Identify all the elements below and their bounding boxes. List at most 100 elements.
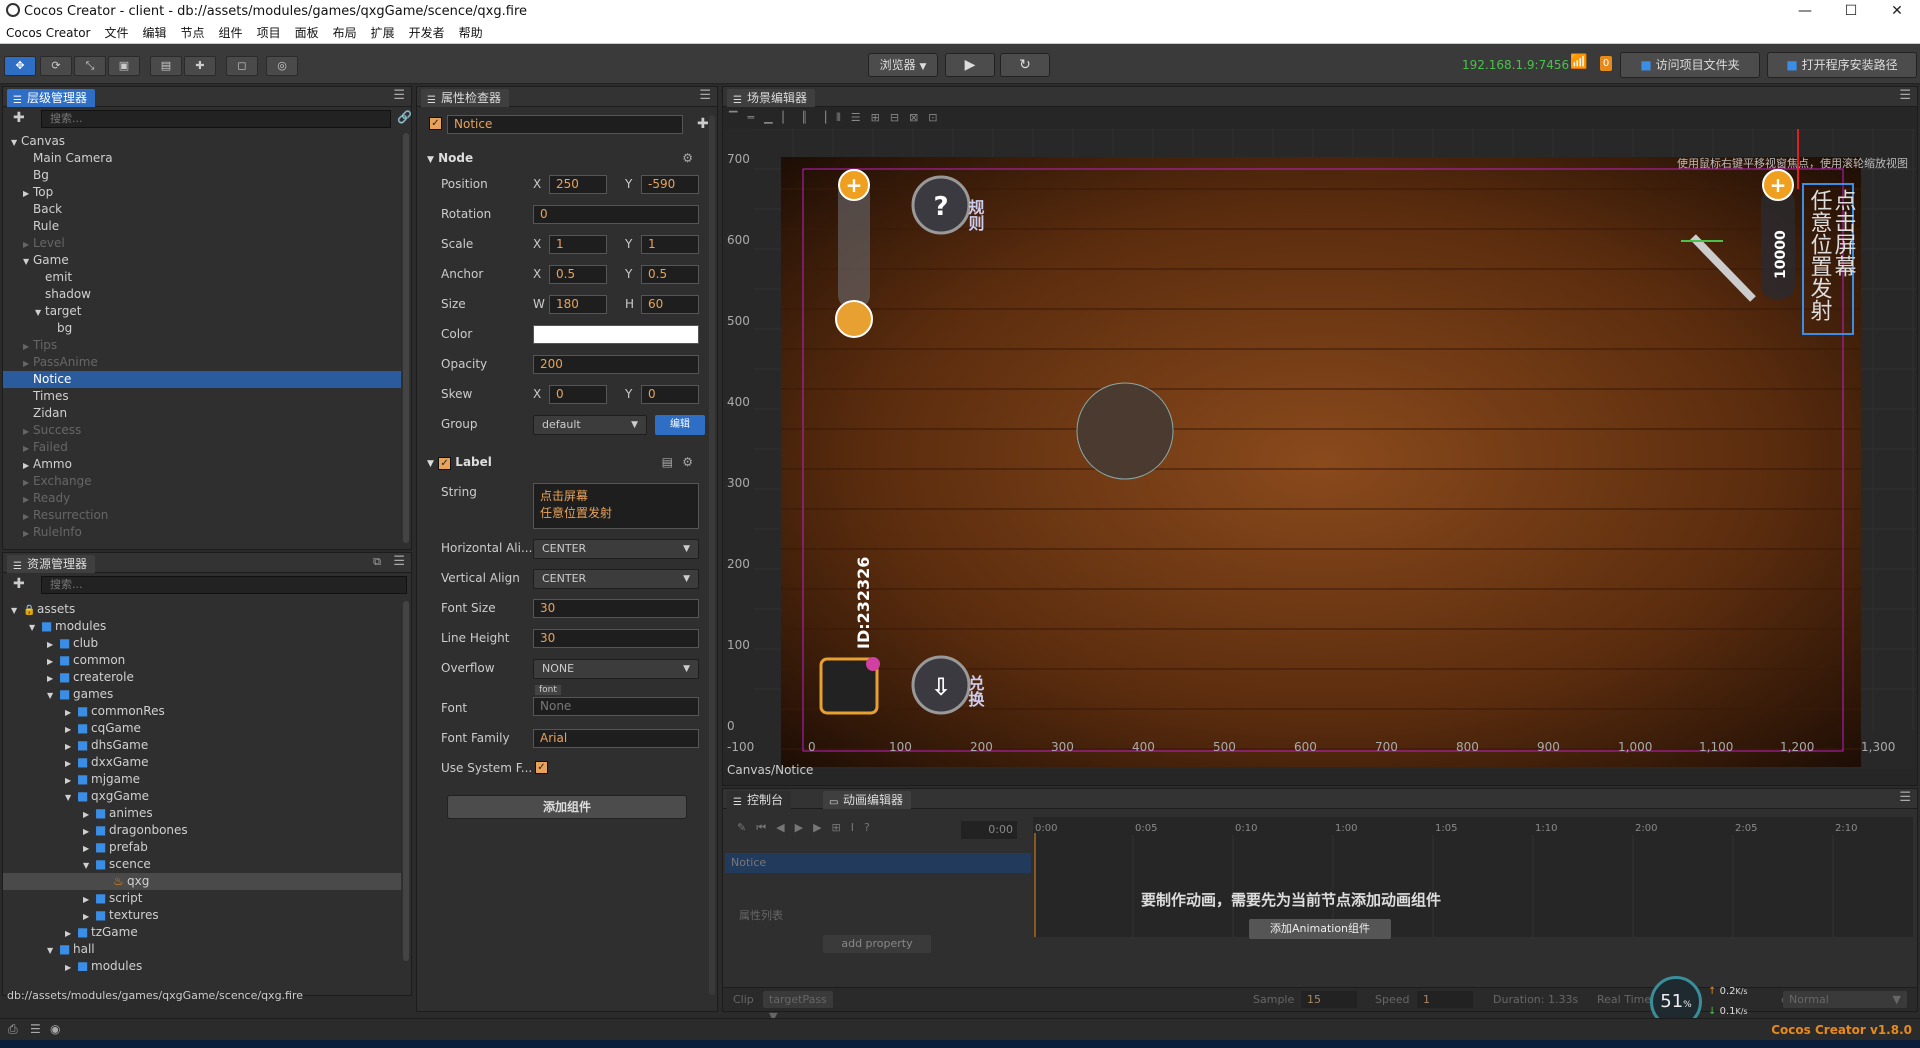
expand-arrow-icon[interactable]: ▼ xyxy=(11,134,21,151)
label-section[interactable]: ▼ ✓ Label ▤ ⚙ xyxy=(427,455,693,475)
scale-tool-icon[interactable]: ⤡ xyxy=(74,56,106,76)
position-y-input[interactable]: -590 xyxy=(641,175,699,194)
eye-icon[interactable]: ◉ xyxy=(50,1022,60,1036)
collapse-arrow-icon[interactable]: ▶ xyxy=(23,355,33,372)
tree-arrow-icon[interactable]: ▶ xyxy=(83,891,95,908)
asset-item[interactable]: ▼ ■ qxgGame xyxy=(3,788,401,805)
inspector-tab[interactable]: ☰ 属性检查器 xyxy=(421,89,510,107)
notification-badge[interactable]: 0 xyxy=(1600,56,1612,71)
width-input[interactable]: 180 xyxy=(549,295,607,314)
font-asset-field[interactable]: None xyxy=(533,697,699,716)
hierarchy-node[interactable]: ▶ Ammo xyxy=(3,456,401,473)
collapse-arrow-icon[interactable]: ▶ xyxy=(23,491,33,508)
hierarchy-node[interactable]: Main Camera xyxy=(3,150,401,167)
panel-menu-icon[interactable]: ☰ xyxy=(393,88,405,103)
move-tool-icon[interactable]: ✥ xyxy=(4,56,36,76)
jump-first-icon[interactable]: ⏮ xyxy=(756,821,776,834)
panel-menu-icon[interactable]: ☰ xyxy=(1899,88,1911,103)
hierarchy-scrollbar[interactable] xyxy=(403,133,409,543)
height-input[interactable]: 60 xyxy=(641,295,699,314)
prev-frame-icon[interactable]: ◀ xyxy=(776,821,794,834)
halign-select[interactable]: CENTER xyxy=(533,539,699,559)
add-asset-icon[interactable]: ✚ xyxy=(13,576,25,592)
snap-icon[interactable]: ◎ xyxy=(266,56,298,76)
refresh-button[interactable]: ↻ xyxy=(1000,53,1050,77)
scene-viewport[interactable]: 700 600 500 400 300 200 100 0 -100 0 100 200 300 400 5… xyxy=(723,129,1917,769)
distribute-d-icon[interactable]: ⊡ xyxy=(928,111,947,124)
log-icon[interactable]: ⎙ xyxy=(8,1022,18,1037)
hierarchy-node[interactable]: Times xyxy=(3,388,401,405)
tree-arrow-icon[interactable]: ▶ xyxy=(47,636,59,653)
help-icon[interactable]: ? xyxy=(864,821,880,834)
tree-arrow-icon[interactable]: ▶ xyxy=(83,840,95,857)
play-button[interactable]: ▶ xyxy=(945,53,995,77)
group-edit-button[interactable]: 编辑 xyxy=(655,415,705,435)
opacity-input[interactable]: 200 xyxy=(533,355,699,374)
node-name-input[interactable]: Notice xyxy=(447,115,683,134)
current-time[interactable]: 0:00 xyxy=(961,821,1017,839)
assets-tab[interactable]: ☰ 资源管理器 xyxy=(7,555,96,573)
hierarchy-node[interactable]: ▶ Resurrection xyxy=(3,507,401,524)
distribute-b-icon[interactable]: ⊟ xyxy=(890,111,909,124)
collapse-icon[interactable]: ⧉ xyxy=(373,555,381,569)
tree-arrow-icon[interactable]: ▶ xyxy=(65,755,77,772)
menu-help[interactable]: 帮助 xyxy=(453,24,491,41)
tree-arrow-icon[interactable]: ▶ xyxy=(83,908,95,925)
timeline-ruler[interactable]: 0:00 0:05 0:10 1:00 1:05 1:10 2:00 2:05 2:10 xyxy=(1033,817,1913,937)
node-active-checkbox[interactable]: ✓ xyxy=(429,117,442,130)
align-left-icon[interactable]: ▏ xyxy=(783,111,801,124)
link-icon[interactable]: 🔗 xyxy=(397,110,412,124)
position-x-input[interactable]: 250 xyxy=(549,175,607,194)
open-install-path-button[interactable]: ■ 打开程序安装路径 xyxy=(1767,52,1917,78)
tree-arrow-icon[interactable]: ▼ xyxy=(29,619,41,636)
hierarchy-tab[interactable]: ☰ 层级管理器 xyxy=(7,89,96,107)
collapse-arrow-icon[interactable]: ▶ xyxy=(23,525,33,542)
distribute-c-icon[interactable]: ⊠ xyxy=(909,111,928,124)
tree-arrow-icon[interactable]: ▶ xyxy=(65,721,77,738)
group-select[interactable]: default xyxy=(533,415,647,435)
hierarchy-node[interactable]: ▼ target xyxy=(3,303,401,320)
asset-item[interactable]: ▶ ■ dhsGame xyxy=(3,737,401,754)
hierarchy-node[interactable]: Rule xyxy=(3,218,401,235)
asset-item[interactable]: ▶ ■ common xyxy=(3,652,401,669)
wrap-mode-select[interactable]: Normal ▼ xyxy=(1783,991,1907,1008)
fontfamily-input[interactable]: Arial xyxy=(533,729,699,748)
asset-item[interactable]: ▶ ■ mjgame xyxy=(3,771,401,788)
db-icon[interactable]: ☰ xyxy=(30,1022,41,1036)
clip-select[interactable]: targetPass ▼ xyxy=(763,991,833,1023)
asset-item[interactable]: ▼ ■ modules xyxy=(3,618,401,635)
hierarchy-node[interactable]: ▼ Canvas xyxy=(3,133,401,150)
collapse-arrow-icon[interactable]: ▶ xyxy=(23,440,33,457)
overflow-select[interactable]: NONE xyxy=(533,659,699,679)
panel-menu-icon[interactable]: ☰ xyxy=(699,88,711,103)
tree-arrow-icon[interactable]: ▼ xyxy=(83,857,95,874)
expand-arrow-icon[interactable]: ▼ xyxy=(23,253,33,270)
gear-icon[interactable]: ⚙ xyxy=(682,151,693,165)
collapse-arrow-icon[interactable]: ▶ xyxy=(23,236,33,253)
menu-file[interactable]: 文件 xyxy=(99,24,137,41)
menu-app[interactable]: Cocos Creator xyxy=(0,26,99,40)
hierarchy-node[interactable]: Back xyxy=(3,201,401,218)
console-tab[interactable]: ☰ 控制台 xyxy=(727,791,792,809)
anchor-x-input[interactable]: 0.5 xyxy=(549,265,607,284)
hierarchy-node[interactable]: ▶ Top xyxy=(3,184,401,201)
record-icon[interactable]: ✎ xyxy=(737,821,756,834)
asset-item[interactable]: ▶ ■ tzGame xyxy=(3,924,401,941)
tree-arrow-icon[interactable]: ▶ xyxy=(65,925,77,942)
hierarchy-node[interactable]: emit xyxy=(3,269,401,286)
play-icon[interactable]: ▶ xyxy=(795,821,813,834)
hierarchy-node[interactable]: Zidan xyxy=(3,405,401,422)
anchor-y-input[interactable]: 0.5 xyxy=(641,265,699,284)
tree-arrow-icon[interactable]: ▶ xyxy=(65,959,77,971)
tree-arrow-icon[interactable]: ▶ xyxy=(83,806,95,823)
tree-arrow-icon[interactable]: ▶ xyxy=(47,653,59,670)
asset-item[interactable]: ▼ 🔒 assets xyxy=(3,601,401,618)
asset-item[interactable]: ▶ ■ textures xyxy=(3,907,401,924)
label-enabled-checkbox[interactable]: ✓ xyxy=(438,457,452,470)
asset-item[interactable]: ▶ ■ club xyxy=(3,635,401,652)
gear-icon[interactable]: ⚙ xyxy=(682,455,693,469)
lineheight-input[interactable]: 30 xyxy=(533,629,699,648)
scale-y-input[interactable]: 1 xyxy=(641,235,699,254)
scale-x-input[interactable]: 1 xyxy=(549,235,607,254)
string-textarea[interactable]: 点击屏幕 任意位置发射 xyxy=(533,483,699,529)
